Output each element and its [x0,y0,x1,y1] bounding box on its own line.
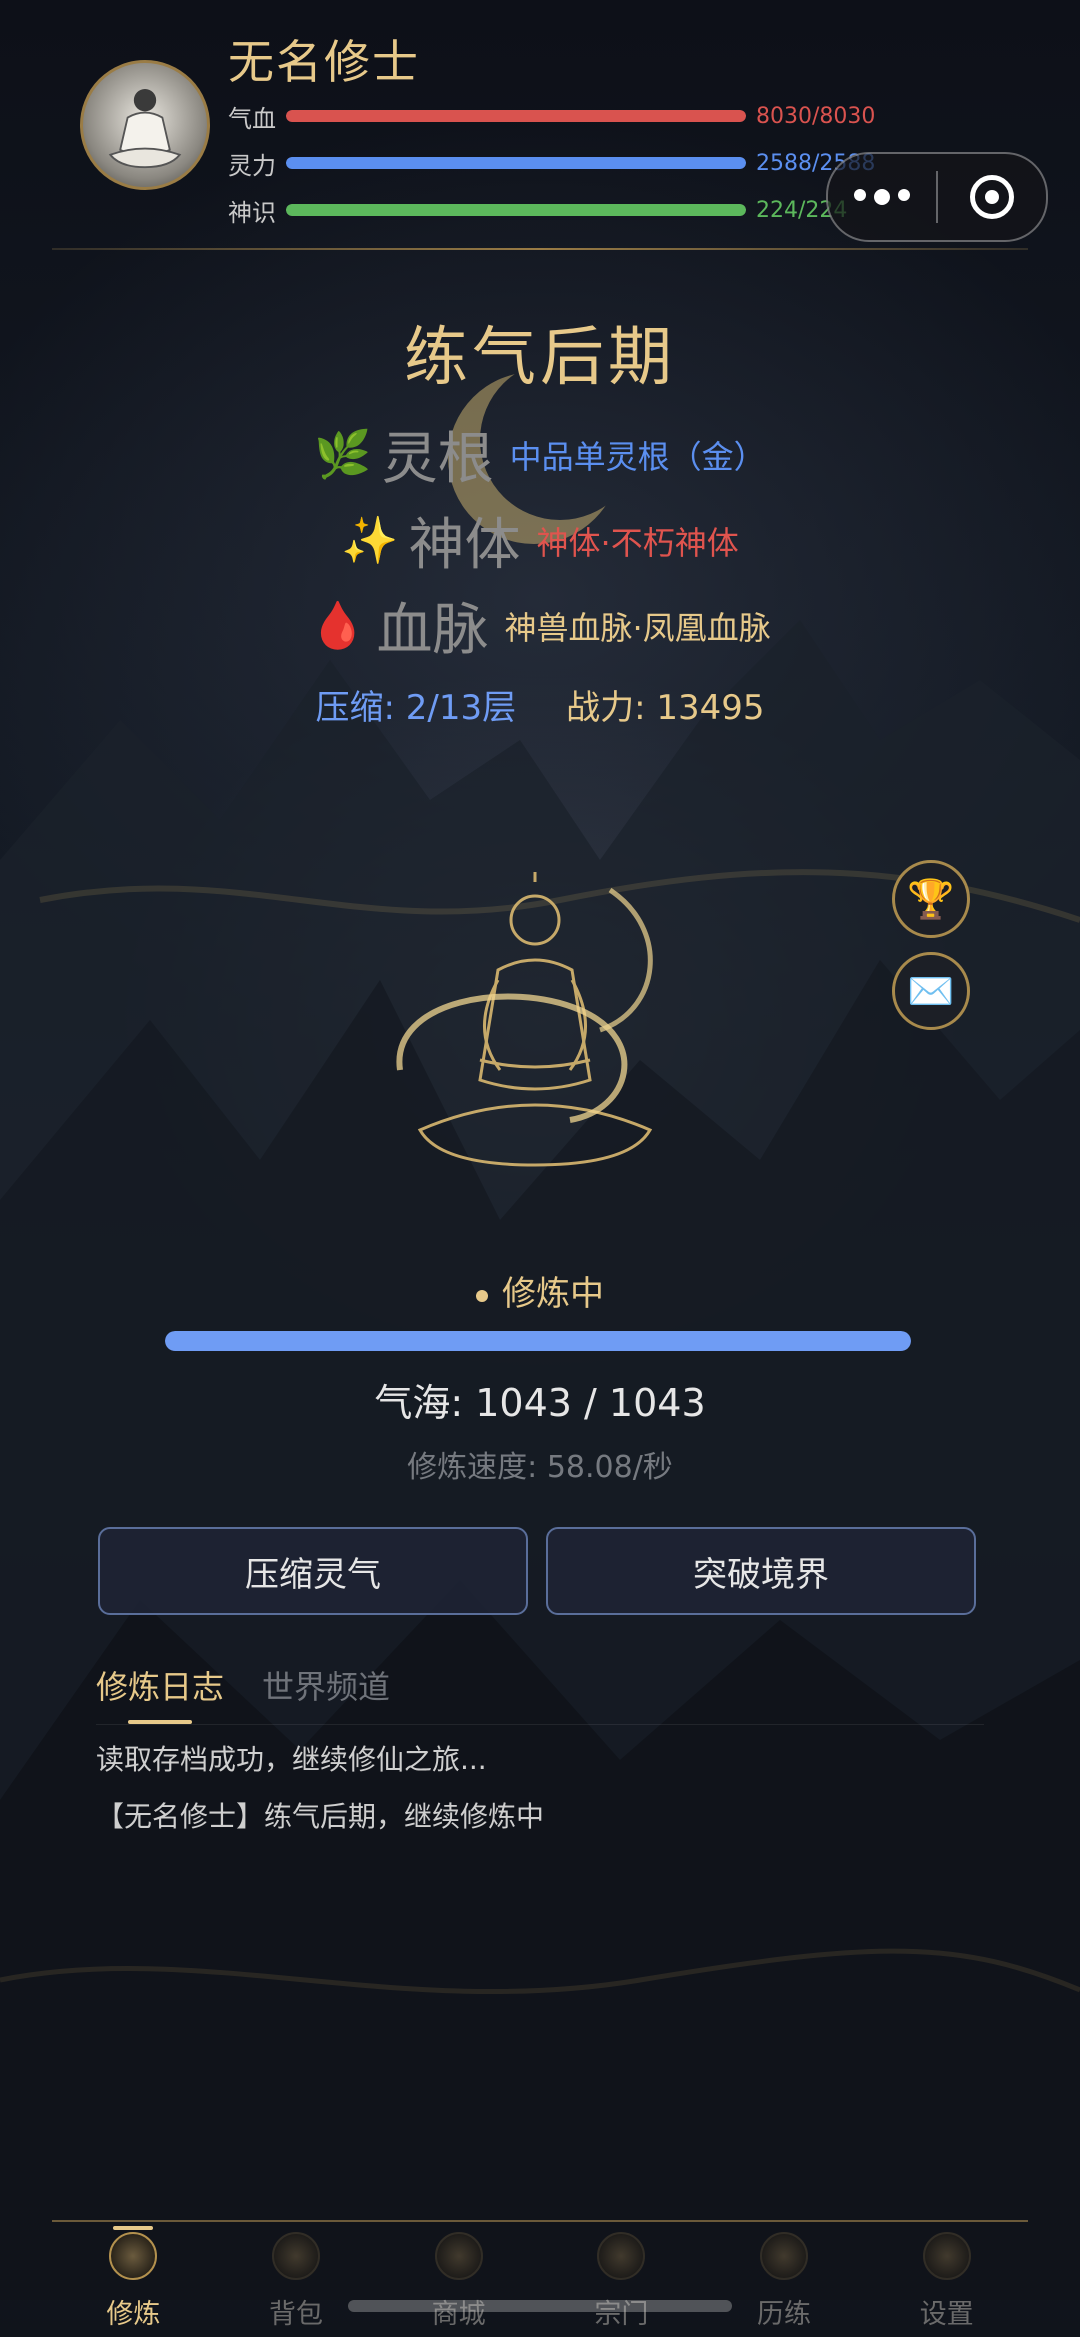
nav-item-cultivate[interactable]: 修炼 [52,2222,215,2337]
compression-level: 压缩: 2/13层 [315,688,517,728]
stat-label: 神识 [228,198,276,227]
sparkles-icon: ✨ [341,513,399,567]
nav-item-shop[interactable]: 商城 [377,2222,540,2337]
cultivate-icon [109,2232,158,2280]
attr-title: 灵根 [381,427,494,492]
attr-title: 血脉 [376,598,489,663]
stat-mana: 灵力 2588/2588 [228,148,875,180]
header-divider [52,248,1028,250]
meditating-figure-icon [108,89,182,169]
cultivation-speed: 修炼速度: 58.08/秒 [407,1450,673,1485]
player-name: 无名修士 [228,35,420,89]
attr-value: 神体·不朽神体 [536,523,739,562]
trophy-button[interactable]: 🏆 [892,860,970,938]
log-entry: 【无名修士】练气后期，继续修炼中 [96,1800,545,1833]
mana-bar [286,157,746,169]
more-menu-icon[interactable] [828,189,936,205]
hp-bar [286,110,746,122]
trophy-icon: 🏆 [907,876,955,921]
nav-item-adventure[interactable]: 历练 [703,2222,866,2337]
miniprogram-capsule [826,152,1048,242]
mail-button[interactable]: ✉️ [892,952,970,1030]
stat-hp: 气血 8030/8030 [228,101,876,133]
tab-cultivation-log[interactable]: 修炼日志 [96,1662,224,1724]
stat-label: 气血 [228,104,276,133]
qihai-value: 气海: 1043 / 1043 [374,1381,706,1425]
leaf-icon: 🌿 [314,427,372,481]
attr-divine-body: ✨ 神体 神体·不朽神体 [0,500,1080,581]
attr-bloodline: 🩸 血脉 神兽血脉·凤凰血脉 [0,585,1080,666]
nav-item-settings[interactable]: 设置 [865,2222,1028,2337]
tabs-divider [96,1724,984,1725]
sect-icon [597,2232,646,2280]
compress-qi-button[interactable]: 压缩灵气 [98,1527,528,1615]
stat-spirit: 神识 224/224 [228,195,847,227]
attr-value: 中品单灵根（金） [509,437,766,476]
attr-value: 神兽血脉·凤凰血脉 [504,608,771,647]
cultivation-status: 修炼中 [0,1266,1080,1315]
nav-label: 历练 [757,2299,812,2330]
player-avatar[interactable] [80,60,210,190]
tab-world-channel[interactable]: 世界频道 [262,1662,390,1708]
combat-stats: 压缩: 2/13层 战力: 13495 [0,680,1080,729]
gear-icon [922,2232,971,2280]
progress-fill [165,1331,911,1351]
stat-label: 灵力 [228,151,276,180]
qihai-progress-bar [165,1331,911,1351]
nav-label: 修炼 [106,2299,161,2330]
nav-label: 设置 [919,2299,974,2330]
sword-icon [760,2232,809,2280]
attr-title: 神体 [408,513,521,578]
bag-icon [272,2232,320,2280]
status-text: 修炼中 [502,1274,604,1314]
close-target-icon[interactable] [938,175,1046,219]
nav-label: 背包 [269,2299,323,2330]
realm-title: 练气后期 [404,321,676,395]
meditating-figure-illustration [396,872,653,1167]
log-tabs: 修炼日志 世界频道 [96,1662,390,1724]
mail-icon: ✉️ [907,968,955,1013]
nav-item-bag[interactable]: 背包 [215,2222,378,2337]
nav-item-sect[interactable]: 宗门 [540,2222,703,2337]
bottom-nav: 修炼 背包 商城 宗门 历练 设置 [52,2222,1028,2337]
shop-icon [434,2232,483,2280]
spirit-bar [286,204,746,216]
home-indicator [348,2300,732,2312]
status-dot [476,1289,488,1302]
combat-power: 战力: 13495 [566,688,765,728]
blood-drop-icon: 🩸 [309,598,367,652]
stat-value: 8030/8030 [756,103,876,129]
log-entry: 读取存档成功，继续修仙之旅... [96,1743,487,1776]
breakthrough-button[interactable]: 突破境界 [546,1527,976,1615]
attr-spirit-root: 🌿 灵根 中品单灵根（金） [0,414,1080,495]
